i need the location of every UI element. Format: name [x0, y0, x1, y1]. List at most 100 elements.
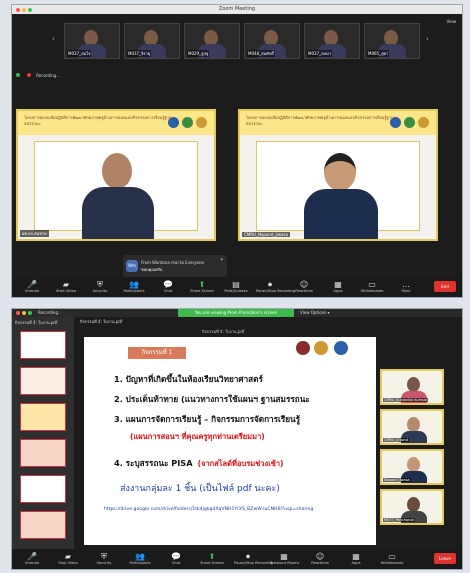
reactions-icon: ☺ [299, 280, 309, 289]
drive-link[interactable]: https://drive.google.com/drive/folders/1… [104, 507, 313, 512]
share-screen-button[interactable]: ⬆ Share Screen [198, 552, 226, 566]
mic-button[interactable]: 🎤 Unmute [18, 280, 46, 294]
zoom-gallery-screenshot: Zoom Meeting View ‹ M037_สมใจ M037_จิรายุ… [11, 4, 463, 298]
window-titlebar: Recording... You are viewing Prom Promot… [12, 309, 462, 317]
recording-indicator[interactable]: Recording... [16, 62, 60, 81]
slide-item-3-note: (แผนการสอนฯ ที่คุณครูทุกท่านเตรียมมา) [130, 432, 265, 441]
record-icon: ⏺ [268, 280, 272, 289]
strip-next-icon[interactable]: › [426, 35, 429, 43]
participant-thumbnail[interactable]: M065_สุดา [364, 23, 420, 59]
close-window-button[interactable] [16, 311, 20, 315]
video-button[interactable]: ▰ Stop Video [54, 552, 82, 566]
toolbar-label: Whiteboards [380, 561, 404, 565]
recording-dot-icon [27, 73, 32, 77]
participant-name: M065_สุดา [367, 50, 390, 57]
shield-button[interactable]: ⛨ Security [86, 280, 114, 294]
video-tile-cohost[interactable]: โครงการอบรมเชิงปฏิบัติการพัฒนาศักยภาพครู… [238, 109, 438, 241]
page-thumbnail[interactable] [20, 403, 66, 431]
chat-button[interactable]: 💬 Chat [154, 280, 182, 294]
chat-sender: From Wantana mai to Everyone [141, 260, 204, 265]
participant-thumbnail[interactable]: M048_สมศักดิ์ [244, 23, 300, 59]
participants-icon: 👥 [135, 552, 145, 561]
participant-name: M037_จิรายุ [127, 50, 152, 57]
whiteboards-icon: ▭ [368, 280, 376, 289]
participant-tile[interactable]: CMRU_Jirawut [380, 409, 444, 445]
page-thumbnail[interactable] [20, 439, 66, 467]
window-titlebar: Zoom Meeting [12, 5, 462, 14]
pdf-title: กิจกรรมที่ 4: ใบงาน.pdf [80, 319, 123, 324]
participant-name: M037_สมใจ [67, 50, 92, 57]
apps-button[interactable]: ▦ Apps [324, 280, 352, 294]
toolbar-label: Reactions [295, 289, 313, 293]
tile-banner: โครงการอบรมเชิงปฏิบัติการพัฒนาศักยภาพครู… [18, 111, 214, 135]
toolbar-label: More [401, 289, 411, 293]
participants-button[interactable]: 👥 Participants [120, 280, 148, 294]
toolbar-label: Apps [351, 561, 361, 565]
strip-prev-icon[interactable]: ‹ [52, 35, 55, 43]
share-screen-button[interactable]: ⬆ Share Screen [188, 280, 216, 294]
mic-button[interactable]: 🎤 Unmute [18, 552, 46, 566]
toolbar-label: Pause/Stop Recording [256, 289, 296, 293]
share-screen-icon: ⬆ [198, 280, 206, 289]
polls-button[interactable]: ▤ Polls/Quizzes [222, 280, 250, 294]
maximize-window-button[interactable] [28, 311, 32, 315]
recording-label[interactable]: Recording... [38, 310, 62, 315]
banner-text: โครงการอบรมเชิงปฏิบัติการพัฒนาศักยภาพครู… [24, 115, 172, 126]
share-banner: You are viewing Prom Promotion's screen [178, 309, 294, 317]
minimize-window-button[interactable] [22, 311, 26, 315]
toolbar-label: Chat [171, 561, 181, 565]
participant-thumbnail[interactable]: M029_ธูปฐ [184, 23, 240, 59]
view-button[interactable]: View [447, 19, 457, 24]
participant-tile[interactable]: CMRU_Kunjanika Kumsai [380, 369, 444, 405]
partner-logo-icon [196, 117, 207, 128]
video-button[interactable]: ▰ Start Video [52, 280, 80, 294]
participant-name: Napand Jiwasa [383, 478, 411, 482]
participant-thumbnail[interactable]: M037_จิรายุ [124, 23, 180, 59]
share-screen-icon: ⬆ [208, 552, 216, 561]
slide-heading: กิจกรรมที่ 1 [128, 347, 186, 359]
shield-icon: ⛨ [97, 280, 103, 289]
toolbar-label: Start Video [56, 289, 76, 293]
recording-label: Recording... [36, 73, 61, 78]
chat-icon: 💬 [163, 280, 173, 289]
page-thumbnail[interactable] [20, 331, 66, 359]
participant-tile[interactable]: Napand Jiwasa [380, 449, 444, 485]
whiteboards-button[interactable]: ▭ Whiteboards [358, 280, 386, 294]
apps-icon: ▦ [334, 280, 342, 289]
participant-tile[interactable]: M037_Panchanok [380, 489, 444, 525]
page-thumbnail[interactable] [20, 511, 66, 539]
participant-thumbnail[interactable]: M037_ลลนา [304, 23, 360, 59]
apps-button[interactable]: ▦ Apps [342, 552, 370, 566]
chat-button[interactable]: 💬 Chat [162, 552, 190, 566]
chat-notification[interactable]: Wm From Wantana mai to Everyone ขอบคุณคร… [123, 255, 227, 277]
reactions-button[interactable]: ☺ Reactions [306, 552, 334, 566]
breakout-button[interactable]: ▦ Breakout Rooms [270, 552, 299, 566]
ministry-logo-icon [404, 117, 415, 128]
chevron-down-icon[interactable]: ▾ [220, 257, 223, 263]
record-button[interactable]: ⏺ Pause/Stop Recording [256, 280, 296, 294]
leave-meeting-button[interactable]: Leave [434, 553, 456, 564]
page-thumbnail[interactable] [20, 475, 66, 503]
toolbar-label: Whiteboards [360, 289, 384, 293]
slide-item-4-row: 4. ระบุสรรถนะ PISA (จากสไลด์ที่อบรมช่วงเ… [114, 451, 283, 470]
whiteboards-icon: ▭ [388, 552, 396, 561]
toolbar-label: Pause/Stop Recording [234, 561, 274, 565]
page-thumbnail[interactable] [20, 367, 66, 395]
shared-slide: กิจกรรมที่ 1 1. ปัญหาที่เกิดขึ้นในห้องเร… [84, 337, 376, 545]
record-button[interactable]: ⏺ Pause/Stop Recording [234, 552, 274, 566]
banner-text: โครงการอบรมเชิงปฏิบัติการพัฒนาศักยภาพครู… [246, 115, 394, 126]
participant-name: M048_สมศักดิ์ [247, 50, 275, 57]
mic-icon: 🎤 [27, 280, 37, 289]
toolbar-label: Participants [129, 561, 151, 565]
video-tile-host[interactable]: โครงการอบรมเชิงปฏิบัติการพัฒนาศักยภาพครู… [16, 109, 216, 241]
participant-thumbnail[interactable]: M037_สมใจ [64, 23, 120, 59]
reactions-button[interactable]: ☺ Reactions [290, 280, 318, 294]
participant-name: CMRU_Napand_Jiwasa [242, 232, 291, 237]
participants-button[interactable]: 👥 Participants [126, 552, 154, 566]
view-options-dropdown[interactable]: View Options ▾ [300, 310, 329, 315]
shield-button[interactable]: ⛨ Security [90, 552, 118, 566]
more-button[interactable]: … More [392, 280, 420, 294]
whiteboards-button[interactable]: ▭ Whiteboards [378, 552, 406, 566]
end-meeting-button[interactable]: End [434, 281, 456, 292]
reactions-icon: ☺ [315, 552, 325, 561]
